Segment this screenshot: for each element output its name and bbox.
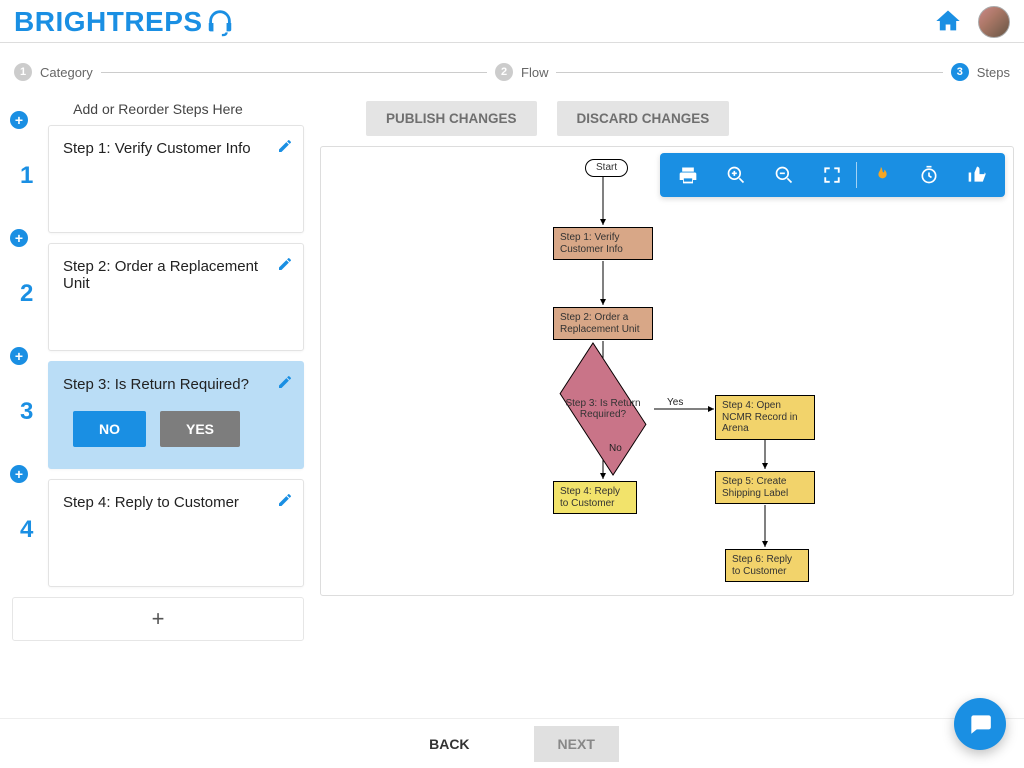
brand-text: BRIGHTREPS [14, 6, 203, 38]
step-title: Step 1: Verify Customer Info [63, 140, 265, 157]
step-number: 3 [20, 398, 33, 426]
publish-button[interactable]: PUBLISH CHANGES [366, 101, 537, 136]
flow-node-step4-left[interactable]: Step 4: Reply to Customer [553, 481, 637, 514]
brand-logo[interactable]: BRIGHTREPS [14, 6, 235, 38]
step-indicator-2[interactable]: 2 [495, 63, 513, 81]
flow-canvas[interactable]: Start Step 1: Verify Customer Info Step … [320, 146, 1014, 596]
next-button: NEXT [534, 726, 619, 762]
step-card-3[interactable]: Step 3: Is Return Required? NO YES [48, 361, 304, 469]
step-indicator-1[interactable]: 1 [14, 63, 32, 81]
step-title: Step 2: Order a Replacement Unit [63, 258, 265, 292]
no-button[interactable]: NO [73, 411, 146, 447]
pencil-icon[interactable] [277, 138, 293, 157]
avatar[interactable] [978, 6, 1010, 38]
flow-node-step5[interactable]: Step 5: Create Shipping Label [715, 471, 815, 504]
left-panel-title: Add or Reorder Steps Here [12, 101, 304, 117]
flow-node-start[interactable]: Start [585, 159, 628, 177]
chat-bubble-icon[interactable] [954, 698, 1006, 750]
footer-nav: BACK NEXT [0, 718, 1024, 768]
add-step-button[interactable]: + [10, 465, 28, 483]
edge-label-no: No [609, 443, 622, 454]
step-indicator-3[interactable]: 3 [951, 63, 969, 81]
step-title: Step 3: Is Return Required? [63, 376, 265, 393]
flow-node-step6[interactable]: Step 6: Reply to Customer [725, 549, 809, 582]
add-step-button[interactable]: + [10, 229, 28, 247]
pencil-icon[interactable] [277, 374, 293, 393]
edge-label-yes: Yes [667, 397, 683, 408]
step-number: 1 [20, 162, 33, 190]
step-label-category: Category [40, 65, 93, 80]
step-card-4[interactable]: Step 4: Reply to Customer [48, 479, 304, 587]
step-card-1[interactable]: Step 1: Verify Customer Info [48, 125, 304, 233]
add-step-button[interactable]: + [10, 347, 28, 365]
headset-icon [205, 7, 235, 37]
step-label-flow: Flow [521, 65, 548, 80]
progress-stepper: 1 Category 2 Flow 3 Steps [0, 43, 1024, 101]
flow-node-step1[interactable]: Step 1: Verify Customer Info [553, 227, 653, 260]
add-step-button[interactable]: + [10, 111, 28, 129]
add-step-final-button[interactable]: + [12, 597, 304, 641]
pencil-icon[interactable] [277, 256, 293, 275]
flow-node-decision[interactable]: Step 3: Is Return Required? [555, 379, 651, 439]
back-button[interactable]: BACK [405, 726, 493, 762]
flow-node-step2[interactable]: Step 2: Order a Replacement Unit [553, 307, 653, 340]
discard-button[interactable]: DISCARD CHANGES [557, 101, 730, 136]
step-number: 4 [20, 516, 33, 544]
plus-icon: + [152, 606, 165, 632]
home-icon[interactable] [934, 7, 962, 38]
step-title: Step 4: Reply to Customer [63, 494, 265, 511]
step-card-2[interactable]: Step 2: Order a Replacement Unit [48, 243, 304, 351]
yes-button[interactable]: YES [160, 411, 240, 447]
step-number: 2 [20, 280, 33, 308]
pencil-icon[interactable] [277, 492, 293, 511]
flow-node-step4-right[interactable]: Step 4: Open NCMR Record in Arena [715, 395, 815, 440]
flow-edges [321, 147, 1013, 595]
step-label-steps: Steps [977, 65, 1010, 80]
